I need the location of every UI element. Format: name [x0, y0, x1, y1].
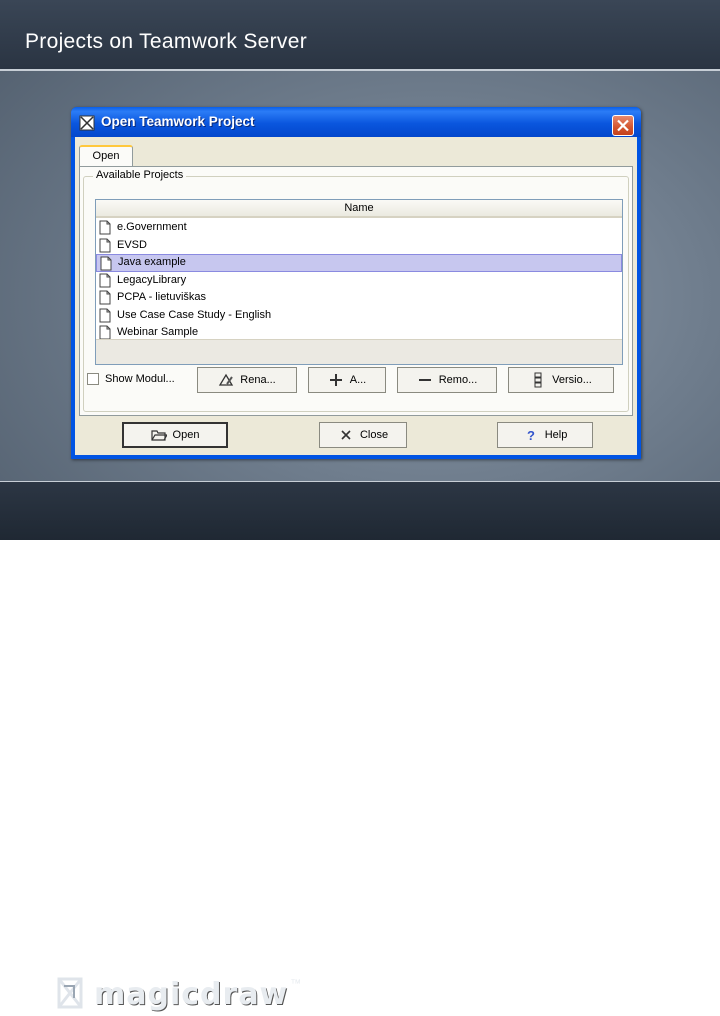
- document-icon: [99, 273, 111, 287]
- projects-list: e.Government EVSD Java example LegacyLibrar…: [96, 219, 622, 342]
- remove-label: Remo...: [438, 374, 478, 386]
- project-name: EVSD: [117, 238, 147, 251]
- remove-button[interactable]: Remo...: [397, 367, 497, 393]
- open-teamwork-project-dialog: Open Teamwork Project Open Available Pro…: [71, 107, 641, 459]
- dialog-titlebar[interactable]: Open Teamwork Project: [71, 107, 641, 137]
- tab-open[interactable]: Open: [79, 145, 133, 167]
- close-icon: [617, 119, 629, 132]
- show-modules-option[interactable]: Show Modul...: [87, 373, 175, 385]
- add-label: A...: [349, 374, 367, 386]
- add-icon: [329, 374, 342, 386]
- slide-title: Projects on Teamwork Server: [25, 30, 307, 53]
- rename-label: Rena...: [240, 374, 276, 386]
- help-icon: ?: [527, 428, 535, 443]
- close-button[interactable]: Close: [319, 422, 407, 448]
- dialog-button-bar: Open Close ? Help: [75, 416, 637, 455]
- open-folder-icon: [150, 430, 167, 441]
- slide-footer: magicdraw ™: [0, 482, 720, 1012]
- versions-label: Versio...: [552, 374, 592, 386]
- remove-icon: [418, 379, 431, 381]
- magicdraw-logo: magicdraw ™: [56, 972, 301, 1016]
- logo-mark-icon: [57, 977, 83, 1009]
- close-x-icon: [341, 430, 351, 440]
- document-icon: [99, 238, 111, 252]
- document-icon: [99, 290, 111, 305]
- open-label: Open: [172, 429, 200, 441]
- project-row[interactable]: e.Government: [96, 219, 622, 237]
- project-name: Use Case Case Study - English: [117, 308, 272, 321]
- table-header-name[interactable]: Name: [96, 200, 622, 218]
- close-label: Close: [359, 429, 389, 441]
- window-close-button[interactable]: [612, 115, 634, 136]
- rename-icon: [219, 373, 234, 386]
- project-row[interactable]: Java example: [96, 254, 622, 272]
- project-row[interactable]: EVSD: [96, 237, 622, 255]
- help-label: Help: [544, 429, 568, 441]
- document-icon: [100, 256, 112, 271]
- table-empty-area: [96, 339, 622, 364]
- rename-button[interactable]: Rena...: [197, 367, 297, 393]
- header-divider: [0, 69, 720, 71]
- open-button[interactable]: Open: [122, 422, 228, 448]
- versions-icon: [534, 372, 542, 388]
- dialog-title: Open Teamwork Project: [101, 114, 255, 129]
- versions-button[interactable]: Versio...: [508, 367, 614, 393]
- show-modules-label: Show Modul...: [105, 373, 175, 385]
- magicdraw-app-icon: [79, 115, 95, 131]
- project-row[interactable]: PCPA - lietuviškas: [96, 289, 622, 307]
- projects-table[interactable]: Name e.Government EVSD Java example LegacyL…: [95, 199, 623, 365]
- available-projects-group: Available Projects Name e.Government EVSD…: [83, 169, 629, 412]
- dialog-client-area: Open Available Projects Name e.Governmen…: [75, 137, 637, 455]
- project-row[interactable]: Use Case Case Study - English: [96, 307, 622, 325]
- project-name: Java example: [118, 256, 186, 268]
- document-icon: [99, 308, 111, 322]
- show-modules-checkbox[interactable]: [87, 373, 99, 385]
- add-button[interactable]: A...: [308, 367, 386, 393]
- project-name: LegacyLibrary: [117, 273, 187, 286]
- logo-text: magicdraw: [94, 976, 289, 1012]
- slide-header: Projects on Teamwork Server: [0, 0, 720, 70]
- project-name: e.Government: [117, 221, 187, 233]
- logo-trademark: ™: [290, 978, 302, 990]
- available-projects-label: Available Projects: [93, 169, 187, 181]
- document-icon: [99, 325, 111, 340]
- project-row[interactable]: LegacyLibrary: [96, 272, 622, 290]
- help-button[interactable]: ? Help: [497, 422, 593, 448]
- tab-panel-open: Available Projects Name e.Government EVSD…: [79, 166, 633, 416]
- project-name: PCPA - lietuviškas: [117, 291, 207, 303]
- svg-text:?: ?: [527, 428, 535, 443]
- document-icon: [99, 220, 111, 235]
